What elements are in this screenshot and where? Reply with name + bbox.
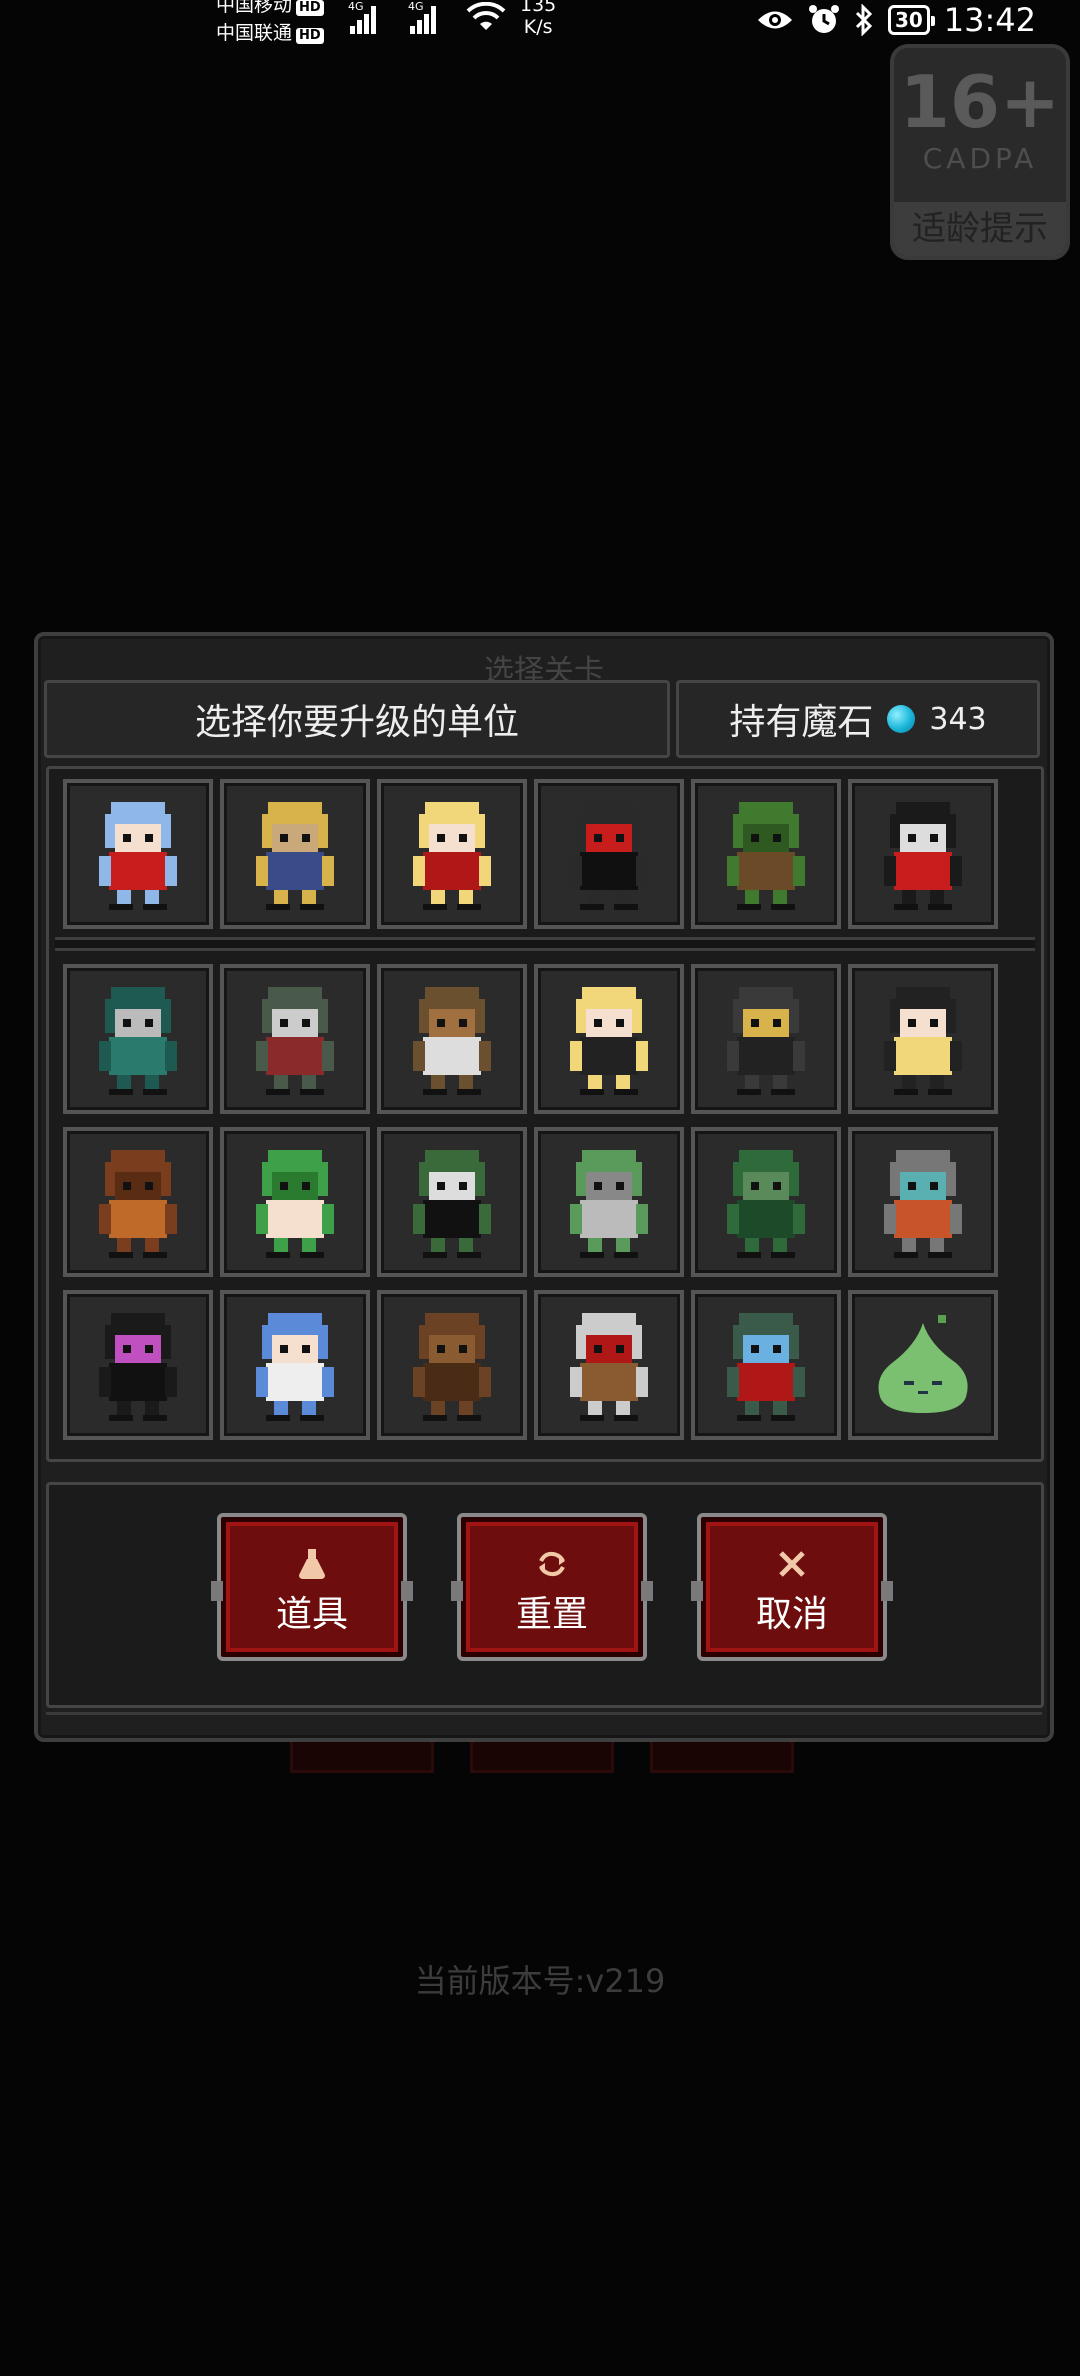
screen: 中国移动 HD 中国联通 HD 4G 4G 135 K/s 30 13:42 1… <box>0 0 1080 2376</box>
unit-row-1 <box>63 779 998 929</box>
cancel-button-label: 取消 <box>755 1594 828 1635</box>
row-divider <box>55 937 1035 951</box>
unit-slot-medusa[interactable] <box>220 1127 370 1277</box>
battery-indicator: 30 <box>887 5 935 35</box>
unit-slot-bat-demon[interactable] <box>691 964 841 1114</box>
wifi-icon <box>466 2 506 30</box>
unit-row-2 <box>63 964 998 1114</box>
unit-slot-nun[interactable] <box>848 964 998 1114</box>
unit-slot-frankenstein[interactable] <box>377 1127 527 1277</box>
unit-slot-blonde-succubus[interactable] <box>534 964 684 1114</box>
network-label: 4G <box>348 0 364 13</box>
robot-sprite <box>884 1150 962 1258</box>
green-slime-sprite <box>878 1315 968 1413</box>
status-bar: 中国移动 HD 中国联通 HD 4G 4G 135 K/s 30 13:42 <box>0 0 1080 48</box>
maid-princess-sprite <box>99 802 177 910</box>
unit-slot-elf-knight[interactable] <box>220 1290 370 1440</box>
age-rating: 16+ <box>899 60 1061 144</box>
magic-stone-count: 343 <box>929 701 987 737</box>
unit-grid <box>46 766 1044 1462</box>
hd-badge: HD <box>296 28 324 44</box>
elf-knight-sprite <box>256 1313 334 1421</box>
hd-badge: HD <box>296 0 324 16</box>
eye-icon <box>757 11 792 29</box>
dark-lich-sprite <box>884 802 962 910</box>
unit-slot-pharaoh[interactable] <box>220 779 370 929</box>
signal-icon: 4G <box>348 0 378 34</box>
carrier-2: 中国联通 HD <box>216 22 324 44</box>
speed-unit: K/s <box>523 16 553 38</box>
zombie-guard-sprite <box>727 1313 805 1421</box>
alarm-icon <box>808 5 839 33</box>
speed-value: 135 <box>520 0 557 16</box>
dialog-footer <box>46 1712 1042 1729</box>
orc-shaman-sprite <box>256 987 334 1095</box>
unit-row-3 <box>63 1127 998 1277</box>
reset-button[interactable]: 重置 <box>451 1513 653 1661</box>
items-button[interactable]: 道具 <box>211 1513 413 1661</box>
unit-slot-dark-lich[interactable] <box>848 779 998 929</box>
bluetooth-icon <box>855 4 873 36</box>
unit-slot-maid-princess[interactable] <box>63 779 213 929</box>
unit-slot-rock-golem[interactable] <box>63 1127 213 1277</box>
network-speed: 135 K/s <box>520 0 556 38</box>
action-panel: 道具 重置 取消 <box>46 1482 1044 1708</box>
dialog-header: 选择你要升级的单位 持有魔石 343 <box>44 680 1040 758</box>
spiked-turtle-sprite <box>570 1150 648 1258</box>
battery-level: 30 <box>894 8 923 32</box>
network-label: 4G <box>408 0 424 13</box>
dialog-header-title: 选择你要升级的单位 <box>44 680 670 758</box>
grim-reaper-sprite <box>570 802 648 910</box>
signal-icon-2: 4G <box>408 0 438 34</box>
close-icon <box>779 1551 805 1577</box>
unit-slot-orc-shaman[interactable] <box>220 964 370 1114</box>
unit-slot-treant-beast[interactable] <box>691 779 841 929</box>
items-button-label: 道具 <box>275 1594 348 1635</box>
unit-slot-tree-ent[interactable] <box>377 1290 527 1440</box>
unit-row-4 <box>63 1290 998 1440</box>
pharaoh-sprite <box>256 802 334 910</box>
unit-slot-minotaur[interactable] <box>377 964 527 1114</box>
tree-ent-sprite <box>413 1313 491 1421</box>
age-rating-badge: 16+ CADPA 适龄提示 <box>890 44 1070 260</box>
magic-stone-label: 持有魔石 <box>729 702 874 743</box>
unit-slot-dark-mage[interactable] <box>63 1290 213 1440</box>
unit-slot-grim-reaper[interactable] <box>534 779 684 929</box>
unit-slot-zombie-guard[interactable] <box>691 1290 841 1440</box>
clock: 13:42 <box>943 1 1036 39</box>
bat-demon-sprite <box>727 987 805 1095</box>
unit-slot-green-slime[interactable] <box>848 1290 998 1440</box>
carrier-1: 中国移动 HD <box>216 0 324 16</box>
minotaur-sprite <box>413 987 491 1095</box>
cancel-button[interactable]: 取消 <box>691 1513 893 1661</box>
unit-slot-spiked-turtle[interactable] <box>534 1127 684 1277</box>
frankenstein-sprite <box>413 1150 491 1258</box>
vampire-girl-sprite <box>413 802 491 910</box>
age-tip-label: 适龄提示 <box>894 202 1066 256</box>
upgrade-unit-dialog: 选择关卡 选择你要升级的单位 持有魔石 343 道具 重置 取消 <box>34 632 1054 1742</box>
rock-golem-sprite <box>99 1150 177 1258</box>
dark-mage-sprite <box>99 1313 177 1421</box>
age-rating-org: CADPA <box>922 142 1038 175</box>
unit-slot-dragon-serpent[interactable] <box>691 1127 841 1277</box>
dragon-serpent-sprite <box>727 1150 805 1258</box>
carrier-2-label: 中国联通 <box>216 22 293 44</box>
green-golem-sprite <box>99 987 177 1095</box>
skeleton-knight-sprite <box>570 1313 648 1421</box>
carrier-1-label: 中国移动 <box>216 0 293 16</box>
unit-slot-robot[interactable] <box>848 1127 998 1277</box>
treant-beast-sprite <box>727 802 805 910</box>
unit-slot-green-golem[interactable] <box>63 964 213 1114</box>
unit-slot-skeleton-knight[interactable] <box>534 1290 684 1440</box>
nun-sprite <box>884 987 962 1095</box>
medusa-sprite <box>256 1150 334 1258</box>
magic-stone-counter: 持有魔石 343 <box>676 680 1040 758</box>
unit-slot-vampire-girl[interactable] <box>377 779 527 929</box>
potion-icon <box>299 1549 325 1579</box>
version-label: 当前版本号:v219 <box>414 1962 666 2000</box>
blonde-succubus-sprite <box>570 987 648 1095</box>
magic-stone-icon <box>887 705 916 733</box>
refresh-icon <box>539 1551 565 1577</box>
reset-button-label: 重置 <box>515 1594 588 1635</box>
